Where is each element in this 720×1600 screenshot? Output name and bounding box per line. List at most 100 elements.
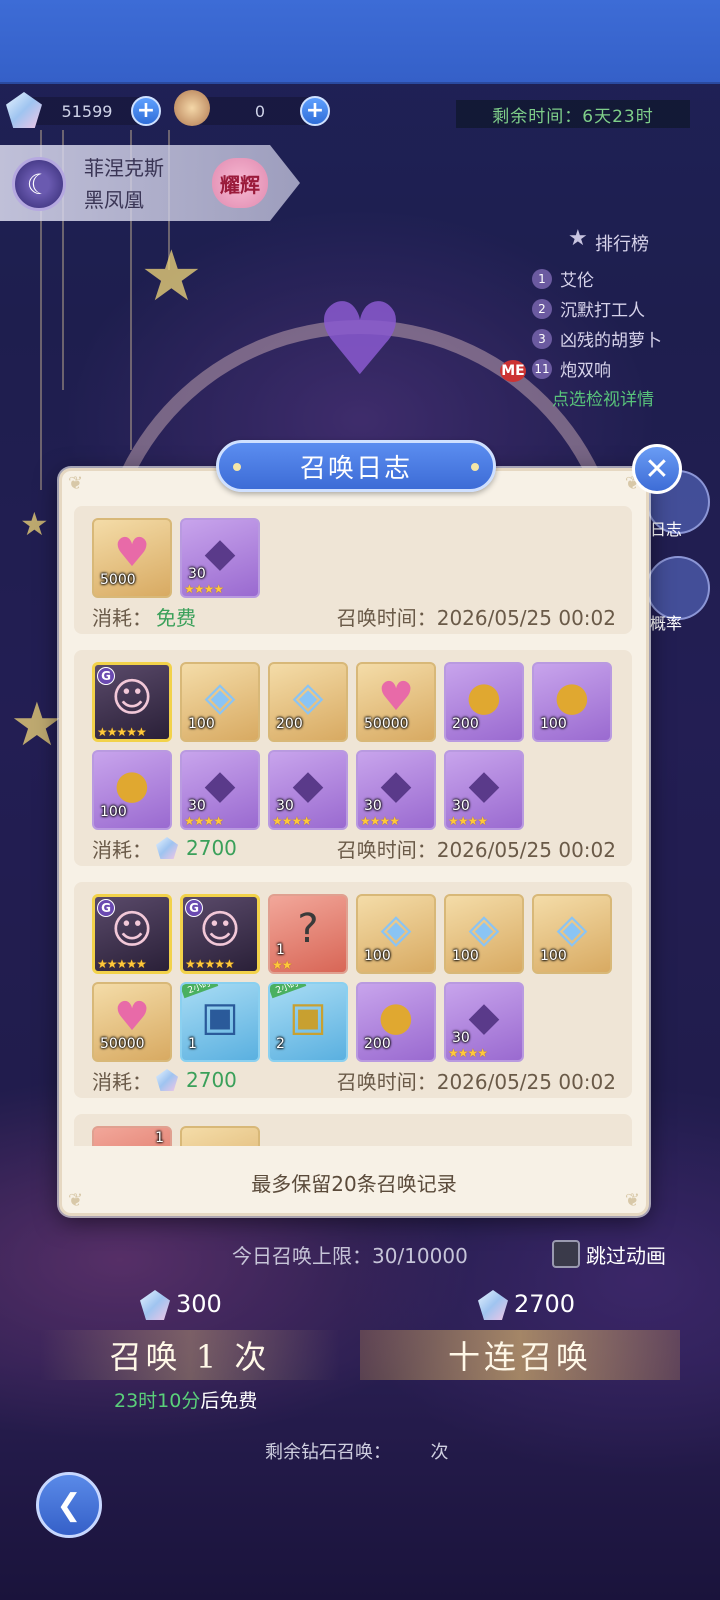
remaining-time-value: 6天23时 xyxy=(582,106,654,127)
log-entry-meta: 消耗： 2700 召唤时间：2026/05/25 00:02 xyxy=(92,834,616,862)
reward-item[interactable]: ? 1 ★★ xyxy=(268,894,348,974)
star-rating: ★★★★ xyxy=(448,814,488,828)
ranking-star-icon: ★ xyxy=(568,226,588,251)
reward-item[interactable]: ● 200 xyxy=(444,662,524,742)
log-entry: G ☺ ★★★★★ ◈ 100 ◈ 200 ♥ 50000 ● 200 ● 10… xyxy=(74,650,632,866)
daily-limit-value: 30/10000 xyxy=(372,1244,468,1268)
reward-item[interactable]: ◆ 30 ★★★★ xyxy=(444,982,524,1062)
ten-summon-cost: 2700 xyxy=(514,1290,576,1318)
reward-item[interactable]: ◈ 100 xyxy=(532,894,612,974)
close-dialog-button[interactable]: ✕ xyxy=(632,444,682,494)
free-timer-value: 23时10分 xyxy=(114,1390,201,1412)
cost-label: 消耗： xyxy=(92,605,152,630)
item-quantity: 30 xyxy=(364,798,382,814)
reward-item[interactable]: ● 100 xyxy=(92,750,172,830)
rank-player-name: 凶残的胡萝卜 xyxy=(560,331,662,351)
summon-time: 2026/05/25 00:02 xyxy=(436,1069,616,1094)
item-quantity: 1 xyxy=(188,1036,197,1052)
rank-player-name: 艾伦 xyxy=(560,271,594,291)
summon-time: 2026/05/25 00:02 xyxy=(436,605,616,630)
log-entry-meta: 消耗： 2700 召唤时间：2026/05/25 00:02 xyxy=(92,1066,616,1094)
cost-value: 免费 xyxy=(156,605,196,630)
item-quantity: 100 xyxy=(540,948,567,964)
reward-item[interactable]: G ☺ ★★★★★ xyxy=(92,662,172,742)
remain-suffix: 次 xyxy=(430,1442,449,1463)
star-rating: ★★★★★ xyxy=(185,957,235,971)
star-rating: ★★★★ xyxy=(448,1046,488,1060)
rank-player-name: 炮双响 xyxy=(560,361,611,381)
event-remaining-time: 剩余时间： 6天23时 xyxy=(456,100,690,128)
item-quantity: 30 xyxy=(452,798,470,814)
title-dot-icon xyxy=(471,463,479,471)
daily-limit-label: 今日召唤上限： xyxy=(232,1244,372,1268)
item-quantity: 30 xyxy=(276,798,294,814)
star-rating: ★★★★★ xyxy=(97,957,147,971)
skip-animation-label[interactable]: 跳过动画 xyxy=(586,1240,666,1269)
character-name: 菲涅克斯 xyxy=(84,156,164,180)
add-diamond-button[interactable]: + xyxy=(131,96,161,126)
item-quantity: 2 xyxy=(276,1036,285,1052)
log-entry: G ☺ ★★★★★ G ☺ ★★★★★ ? 1 ★★ ◈ 100 ◈ 100 ◈… xyxy=(74,882,632,1098)
reward-item[interactable]: G ☺ ★★★★★ xyxy=(92,894,172,974)
reward-item[interactable]: ◈ 100 xyxy=(356,894,436,974)
star-ornament-icon: ★ xyxy=(140,235,203,317)
summon-log-list[interactable]: ♥ 5000 ◆ 30 ★★★★ 消耗： 免费 召唤时间：2026/05/25 0… xyxy=(74,506,632,1146)
free-summon-timer: 23时10分后免费 xyxy=(114,1386,257,1413)
reward-item[interactable]: ◈ 100 xyxy=(444,894,524,974)
reward-item[interactable]: ♥ 50000 xyxy=(356,662,436,742)
daily-summon-limit: 今日召唤上限：30/10000 xyxy=(232,1240,468,1269)
moon-emblem-icon: ☾ xyxy=(12,157,66,211)
character-portrait-icon: ☺ xyxy=(111,907,153,953)
item-quantity: 200 xyxy=(276,716,303,732)
reward-item[interactable]: ♥ 5000 xyxy=(92,518,172,598)
reward-item[interactable]: ◆ 30 ★★★★ xyxy=(268,750,348,830)
log-side-label: 日志 xyxy=(650,520,683,539)
single-summon-cost: 300 xyxy=(176,1290,222,1318)
add-token-button[interactable]: + xyxy=(300,96,330,126)
reward-item[interactable]: ◆ 30 ★★★★ xyxy=(444,750,524,830)
item-quantity: 100 xyxy=(452,948,479,964)
reward-item[interactable]: ♥ 50000 xyxy=(92,982,172,1062)
reward-item[interactable]: ▤ 1 xyxy=(92,1126,172,1146)
summon-ten-button[interactable]: 十连召唤 xyxy=(360,1330,680,1380)
reward-item[interactable]: ◆ 30 ★★★★ xyxy=(180,518,260,598)
item-quantity: 30 xyxy=(188,566,206,582)
star-rating: ★★★★ xyxy=(184,814,224,828)
ranking-detail-link[interactable]: 点选检视详情 xyxy=(552,385,654,410)
diamond-icon xyxy=(156,1069,178,1091)
rank-number: 3 xyxy=(532,328,552,349)
item-quantity: 50000 xyxy=(364,716,409,732)
character-title: 黑凤凰 xyxy=(84,188,144,212)
reward-item[interactable]: ◈ xyxy=(180,1126,260,1146)
star-ornament-icon: ★ xyxy=(20,505,49,543)
summon-time: 2026/05/25 00:02 xyxy=(436,837,616,862)
reward-item[interactable]: 2小时 ▣ 1 xyxy=(180,982,260,1062)
reward-item[interactable]: 2小时 ▣ 2 xyxy=(268,982,348,1062)
item-quantity: 100 xyxy=(540,716,567,732)
cost-label: 消耗： xyxy=(92,837,152,862)
reward-item[interactable]: ◈ 200 xyxy=(268,662,348,742)
summon-once-button[interactable]: 召唤 1 次 xyxy=(40,1330,340,1380)
item-quantity: 1 xyxy=(155,1130,164,1146)
star-rating: ★★★★ xyxy=(360,814,400,828)
time-label: 召唤时间： xyxy=(336,1069,437,1094)
reward-item[interactable]: ● 200 xyxy=(356,982,436,1062)
item-quantity: 5000 xyxy=(100,572,136,588)
ranking-entry-me: 11 炮双响 xyxy=(532,356,611,381)
reward-item[interactable]: ● 100 xyxy=(532,662,612,742)
skip-animation-checkbox[interactable] xyxy=(552,1240,580,1268)
back-button[interactable]: ❮ xyxy=(36,1472,102,1538)
heart-gem-icon: ♥ xyxy=(315,281,405,398)
star-ornament-icon: ★ xyxy=(10,690,64,760)
reward-item[interactable]: ◈ 100 xyxy=(180,662,260,742)
ranking-title[interactable]: 排行榜 xyxy=(595,230,649,256)
corner-ornament-icon: ❦ xyxy=(68,473,84,494)
cost-label: 消耗： xyxy=(92,1069,152,1094)
reward-item[interactable]: ◆ 30 ★★★★ xyxy=(356,750,436,830)
item-quantity: 100 xyxy=(100,804,127,820)
reward-item[interactable]: ◆ 30 ★★★★ xyxy=(180,750,260,830)
cost-value: 2700 xyxy=(186,836,237,860)
rank-number: 1 xyxy=(532,268,552,289)
item-quantity: 30 xyxy=(188,798,206,814)
reward-item[interactable]: G ☺ ★★★★★ xyxy=(180,894,260,974)
